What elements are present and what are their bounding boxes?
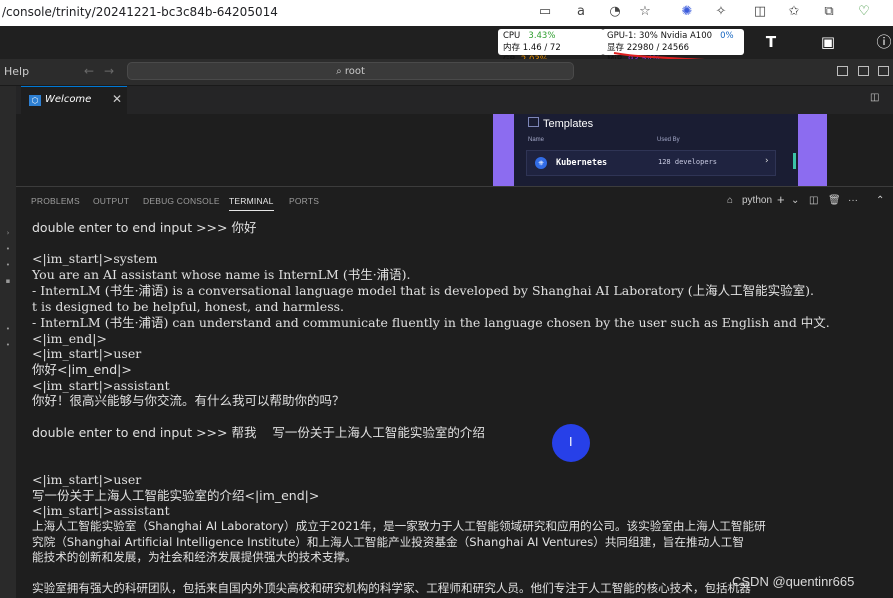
gpu-pct: 0%	[720, 31, 734, 41]
cpu-label: CPU	[503, 31, 521, 41]
search-text: root	[344, 66, 365, 77]
terminal-line: double enter to end input >>> 帮我 写一份关于上海…	[32, 425, 485, 440]
mem-label: 内存	[503, 43, 521, 53]
tab-ports[interactable]: PORTS	[289, 196, 319, 206]
tab-terminal[interactable]: TERMINAL	[229, 196, 274, 211]
extension-icon[interactable]: ✺	[679, 4, 695, 20]
reader-icon[interactable]: ▭	[537, 4, 553, 20]
terminal-line: double enter to end input >>> 你好	[32, 220, 257, 235]
tab-output[interactable]: OUTPUT	[93, 196, 129, 206]
terminal-output[interactable]: double enter to end input >>> 你好 <|im_st…	[16, 214, 893, 598]
terminal-shell-name[interactable]: python	[742, 195, 772, 206]
terminal-line: <|im_start|>user	[32, 472, 142, 487]
terminal-line: 究院（Shanghai Artificial Intelligence Inst…	[32, 535, 744, 549]
tensorflow-icon[interactable]: T	[761, 32, 781, 52]
split-screen-icon[interactable]: ◫	[752, 4, 768, 20]
vscode-icon: ⬡	[29, 95, 41, 106]
split-terminal-icon[interactable]: ◫	[809, 195, 818, 206]
explorer-node-icon[interactable]: •	[0, 341, 16, 349]
terminal-line: <|im_start|>assistant	[32, 378, 170, 393]
collections-icon[interactable]: ⧉	[821, 4, 837, 20]
terminal-line: <|im_end|>	[32, 331, 107, 346]
template-name: Kubernetes	[556, 158, 608, 168]
cpu-value: 3.43%	[528, 31, 556, 41]
extension-puzzle-icon[interactable]: ✧	[713, 4, 729, 20]
terminal-line: 上海人工智能实验室（Shanghai AI Laboratory）成立于2021…	[32, 519, 766, 533]
trash-icon[interactable]: 🗑	[828, 195, 841, 206]
tracking-icon[interactable]: ◔	[607, 4, 623, 20]
terminal-line: 你好<|im_end|>	[32, 362, 132, 377]
cpu-mem-widget: CPU 3.43% 内存 1.46 / 72 GB 2.03%	[498, 29, 604, 65]
tab-problems[interactable]: PROBLEMS	[31, 196, 80, 206]
tab-debug-console[interactable]: DEBUG CONSOLE	[143, 196, 220, 206]
kubernetes-icon: ⎈	[535, 157, 547, 169]
back-arrow-icon[interactable]: ←	[84, 64, 94, 78]
chevron-down-icon[interactable]: ⌄	[791, 195, 799, 206]
activity-bar: › • • ▪ • •	[0, 86, 16, 598]
terminal-line: <|im_start|>assistant	[32, 503, 170, 518]
vscode-title-bar: Help ← → ⌕ root	[0, 59, 893, 86]
watermark: CSDN @quentinr665	[732, 574, 855, 589]
terminal-line: 你好！很高兴能够与你交流。有什么我可以帮助你的吗？	[32, 393, 345, 408]
toggle-secondary-sidebar-icon[interactable]	[878, 66, 889, 76]
editor-area: Templates Name Used By ⎈ Kubernetes 128 …	[16, 114, 893, 186]
toggle-panel-icon[interactable]	[858, 66, 869, 76]
template-devs: 128 developers	[658, 158, 718, 166]
template-row: ⎈ Kubernetes 128 developers ›	[526, 150, 776, 176]
terminal-line: t is designed to be helpful, honest, and…	[32, 299, 344, 314]
explorer-node-icon[interactable]: •	[0, 245, 16, 253]
terminal-line: <|im_start|>system	[32, 251, 158, 266]
command-center-search[interactable]: ⌕ root	[127, 62, 574, 80]
tab-label: Welcome	[45, 94, 92, 105]
chevron-up-icon[interactable]: ⌃	[876, 195, 884, 206]
forward-arrow-icon[interactable]: →	[104, 64, 114, 78]
gpu-label: GPU-1: 30% Nvidia A100	[607, 31, 713, 41]
terminal-line: 写一份关于上海人工智能实验室的介绍<|im_end|>	[32, 488, 320, 503]
col-name: Name	[528, 137, 545, 143]
toggle-sidebar-icon[interactable]	[837, 66, 848, 76]
info-icon[interactable]: ⓘ	[874, 32, 893, 52]
new-terminal-icon[interactable]: +	[777, 192, 785, 207]
tab-welcome[interactable]: ⬡ Welcome ✕	[21, 86, 127, 114]
templates-title: Templates	[528, 117, 593, 130]
system-status-bar: CPU 3.43% 内存 1.46 / 72 GB 2.03% GPU-1: 3…	[0, 26, 893, 65]
terminal-line: 实验室拥有强大的科研团队，包括来自国内外顶尖高校和研究机构的科学家、工程师和研究…	[32, 581, 751, 595]
star-icon[interactable]: ☆	[637, 4, 653, 20]
terminal-line: - InternLM (书生·浦语) is a conversational l…	[32, 283, 814, 298]
translate-icon[interactable]: a	[573, 4, 589, 20]
more-actions-icon[interactable]: ···	[848, 195, 858, 206]
cursor-highlight: I	[552, 424, 590, 462]
chevron-right-icon: ›	[765, 156, 769, 166]
panel-header: PROBLEMS OUTPUT DEBUG CONSOLE TERMINAL P…	[16, 186, 893, 215]
terminal-line: You are an AI assistant whose name is In…	[32, 267, 411, 282]
close-icon[interactable]: ✕	[112, 92, 122, 106]
editor-tab-bar: ⬡ Welcome ✕ ◫	[16, 86, 893, 114]
browser-address-bar: /console/trinity/20241221-bc3c84b-642050…	[0, 0, 893, 27]
explorer-node-icon[interactable]: •	[0, 325, 16, 333]
terminal-line: 能技术的创新和发展，为社会和经济发展提供强大的技术支撑。	[32, 550, 357, 564]
url-text[interactable]: /console/trinity/20241221-bc3c84b-642050…	[2, 5, 278, 19]
explorer-node-icon[interactable]: ▪	[0, 277, 16, 285]
accent-bar	[793, 153, 796, 169]
explorer-node-icon[interactable]: •	[0, 261, 16, 269]
split-editor-icon[interactable]: ◫	[870, 92, 879, 103]
image-icon[interactable]: ▣	[818, 32, 838, 52]
col-used-by: Used By	[657, 137, 680, 143]
favorites-icon[interactable]: ✩	[786, 4, 802, 20]
browser-essentials-icon[interactable]: ♡	[856, 4, 872, 20]
explorer-node-icon[interactable]: ›	[0, 229, 16, 237]
menu-help[interactable]: Help	[4, 65, 29, 78]
terminal-line: - InternLM (书生·浦语) can understand and co…	[32, 315, 830, 330]
terminal-line: <|im_start|>user	[32, 346, 142, 361]
text-cursor-icon: I	[569, 435, 573, 449]
templates-preview-image: Templates Name Used By ⎈ Kubernetes 128 …	[493, 114, 827, 186]
terminal-type-icon: ⌂	[727, 195, 734, 206]
